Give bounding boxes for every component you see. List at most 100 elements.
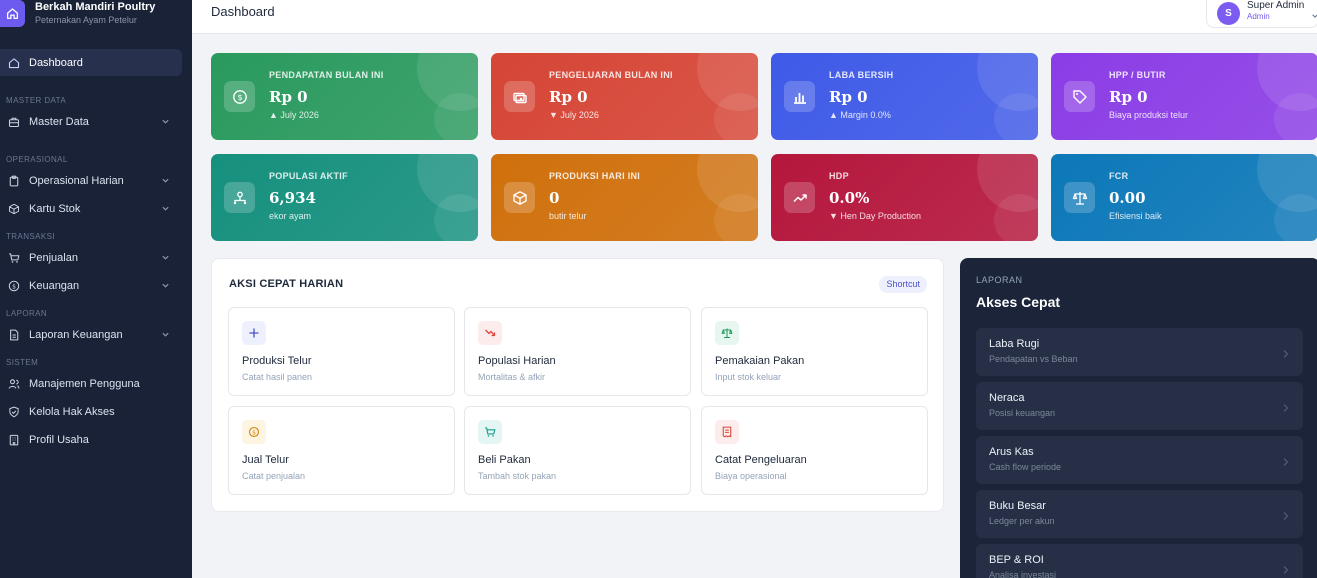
user-menu[interactable]: S Super Admin Admin	[1206, 0, 1317, 28]
stat-card-populasi-aktif[interactable]: POPULASI AKTIF 6,934 ekor ayam	[211, 154, 478, 241]
stat-subtitle: ▲ Margin 0.0%	[829, 110, 891, 120]
laporan-title: Akses Cepat	[976, 294, 1061, 310]
report-bep-roi[interactable]: BEP & ROI Analisa investasi	[976, 544, 1303, 578]
quick-action-subtitle: Catat hasil panen	[242, 372, 313, 382]
stat-card-produksi[interactable]: PRODUKSI HARI INI 0 butir telur	[491, 154, 758, 241]
box-icon	[504, 182, 535, 213]
stat-title: PENDAPATAN BULAN INI	[269, 70, 384, 80]
stat-value: Rp 0	[269, 88, 308, 106]
chevron-down-icon	[1311, 7, 1317, 25]
user-role: Admin	[1247, 12, 1270, 21]
stat-value: Rp 0	[829, 88, 868, 106]
sidebar-item-label: Dashboard	[29, 56, 83, 69]
shortcut-badge: Shortcut	[879, 276, 927, 293]
quick-action-title: Pemakaian Pakan	[715, 355, 805, 367]
report-title: Arus Kas	[989, 446, 1034, 458]
quick-action-produksi-telur[interactable]: Produksi Telur Catat hasil panen	[228, 307, 455, 396]
report-title: Neraca	[989, 392, 1025, 404]
brand-name: Berkah Mandiri Poultry	[35, 1, 156, 13]
quick-action-beli-pakan[interactable]: Beli Pakan Tambah stok pakan	[464, 406, 691, 495]
report-title: Laba Rugi	[989, 338, 1040, 350]
quick-action-populasi-harian[interactable]: Populasi Harian Mortalitas & afkir	[464, 307, 691, 396]
report-buku-besar[interactable]: Buku Besar Ledger per akun	[976, 490, 1303, 538]
chevron-down-icon	[161, 204, 170, 216]
sidebar-item-label: Kelola Hak Akses	[29, 406, 115, 418]
sidebar-item-label: Penjualan	[29, 252, 78, 264]
tag-icon	[1064, 81, 1095, 112]
stat-card-pengeluaran[interactable]: PENGELUARAN BULAN INI Rp 0 ▼ July 2026	[491, 53, 758, 140]
quick-action-title: Beli Pakan	[478, 454, 531, 466]
stat-title: HDP	[829, 171, 849, 181]
sidebar-item-label: Laporan Keuangan	[29, 329, 123, 341]
bar-chart-icon	[784, 81, 815, 112]
sidebar-item-dashboard[interactable]: Dashboard	[0, 49, 182, 76]
quick-action-pemakaian-pakan[interactable]: Pemakaian Pakan Input stok keluar	[701, 307, 928, 396]
sidebar-item-label: Profil Usaha	[29, 434, 89, 446]
trend-up-icon	[784, 182, 815, 213]
receipt-icon	[715, 420, 739, 444]
quick-action-title: Populasi Harian	[478, 355, 556, 367]
stat-subtitle: ▼ Hen Day Production	[829, 211, 921, 221]
quick-action-subtitle: Tambah stok pakan	[478, 471, 557, 481]
stat-value: Rp 0	[1109, 88, 1148, 106]
panel-title: AKSI CEPAT HARIAN	[229, 278, 344, 290]
home-logo-icon[interactable]	[0, 0, 25, 27]
sidebar-item-laporan-keuangan[interactable]: Laporan Keuangan	[0, 321, 182, 349]
sidebar-item-kelola-hak-akses[interactable]: Kelola Hak Akses	[0, 398, 182, 426]
sidebar-item-penjualan[interactable]: Penjualan	[0, 244, 182, 272]
svg-text:$: $	[252, 429, 256, 436]
stat-card-laba-bersih[interactable]: LABA BERSIH Rp 0 ▲ Margin 0.0%	[771, 53, 1038, 140]
quick-action-subtitle: Mortalitas & afkir	[478, 372, 546, 382]
users-icon	[7, 378, 20, 391]
briefcase-icon	[7, 116, 20, 129]
stat-subtitle: Biaya produksi telur	[1109, 110, 1189, 120]
dollar-icon: $	[224, 81, 255, 112]
report-arus-kas[interactable]: Arus Kas Cash flow periode	[976, 436, 1303, 484]
stat-card-pendapatan[interactable]: $ PENDAPATAN BULAN INI Rp 0 ▲ July 2026	[211, 53, 478, 140]
sidebar-item-profil-usaha[interactable]: Profil Usaha	[0, 426, 182, 454]
nav-section-sistem: SISTEM	[6, 358, 39, 367]
stat-subtitle: ▲ July 2026	[269, 110, 319, 120]
stat-subtitle: butir telur	[549, 211, 587, 221]
stat-card-hpp[interactable]: HPP / BUTIR Rp 0 Biaya produksi telur	[1051, 53, 1317, 140]
chevron-right-icon	[1282, 562, 1290, 578]
sidebar-nav: Dashboard MASTER DATA Master Data OPERAS…	[0, 49, 192, 454]
stat-title: FCR	[1109, 171, 1129, 181]
sidebar-item-kartu-stok[interactable]: Kartu Stok	[0, 195, 182, 223]
svg-text:$: $	[12, 283, 16, 290]
quick-action-title: Jual Telur	[242, 454, 289, 466]
sidebar-item-operasional-harian[interactable]: Operasional Harian	[0, 167, 182, 195]
users-icon	[224, 182, 255, 213]
stat-title: PRODUKSI HARI INI	[549, 171, 641, 181]
stat-card-hdp[interactable]: HDP 0.0% ▼ Hen Day Production	[771, 154, 1038, 241]
stat-subtitle: Efisiensi baik	[1109, 211, 1162, 221]
chevron-right-icon	[1282, 346, 1290, 364]
stat-title: POPULASI AKTIF	[269, 171, 348, 181]
brand-subtitle: Peternakan Ayam Petelur	[35, 15, 137, 25]
stat-card-fcr[interactable]: FCR 0.00 Efisiensi baik	[1051, 154, 1317, 241]
quick-action-title: Produksi Telur	[242, 355, 312, 367]
quick-action-subtitle: Catat penjualan	[242, 471, 306, 481]
chevron-down-icon	[161, 330, 170, 342]
sidebar-item-keuangan[interactable]: $ Keuangan	[0, 272, 182, 300]
cube-icon	[7, 203, 20, 216]
report-laba-rugi[interactable]: Laba Rugi Pendapatan vs Beban	[976, 328, 1303, 376]
dollar-circle-icon: $	[7, 280, 20, 293]
stat-title: HPP / BUTIR	[1109, 70, 1166, 80]
chevron-down-icon	[161, 176, 170, 188]
home-icon	[7, 56, 20, 69]
sidebar-item-manajemen-pengguna[interactable]: Manajemen Pengguna	[0, 370, 182, 398]
quick-action-subtitle: Input stok keluar	[715, 372, 782, 382]
quick-action-jual-telur[interactable]: $ Jual Telur Catat penjualan	[228, 406, 455, 495]
stat-title: LABA BERSIH	[829, 70, 894, 80]
stat-title: PENGELUARAN BULAN INI	[549, 70, 673, 80]
clipboard-icon	[7, 175, 20, 188]
report-neraca[interactable]: Neraca Posisi keuangan	[976, 382, 1303, 430]
avatar: S	[1217, 2, 1240, 25]
sidebar-item-master-data[interactable]: Master Data	[0, 108, 182, 136]
report-title: BEP & ROI	[989, 554, 1044, 566]
page-title: Dashboard	[211, 4, 275, 19]
scale-icon	[715, 321, 739, 345]
chevron-down-icon	[161, 117, 170, 129]
quick-action-catat-pengeluaran[interactable]: Catat Pengeluaran Biaya operasional	[701, 406, 928, 495]
